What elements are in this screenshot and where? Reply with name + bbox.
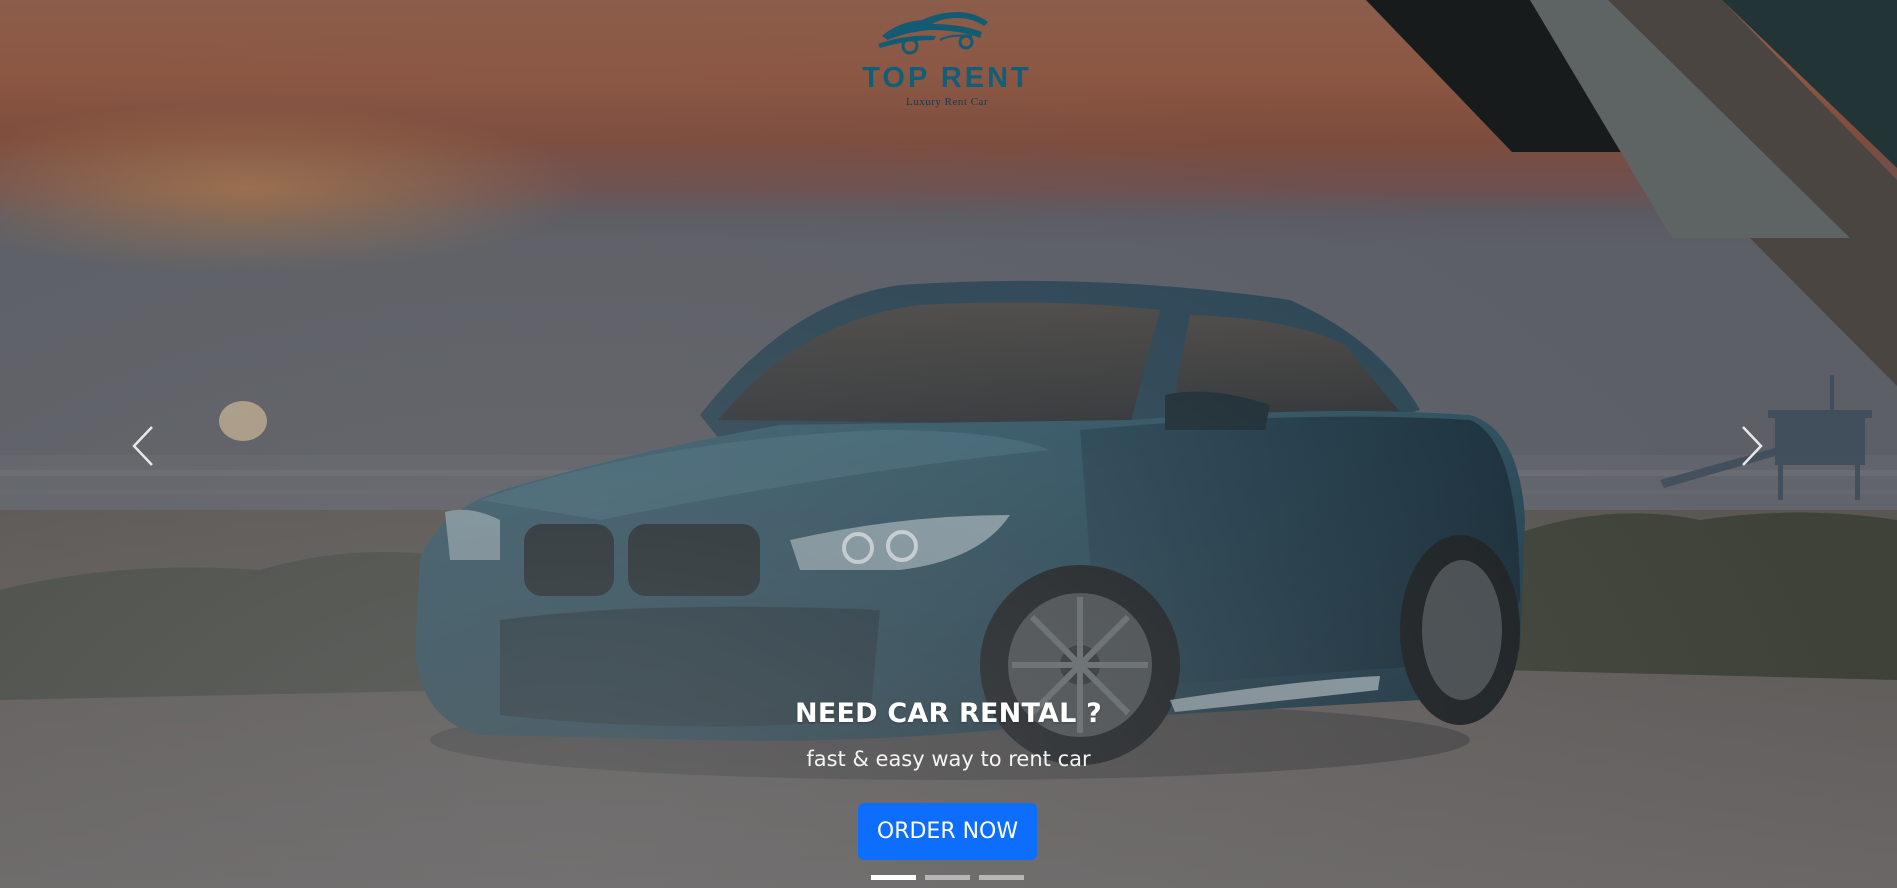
carousel-prev-button[interactable] [126, 421, 160, 471]
caption-title: NEED CAR RENTAL ? [795, 698, 1102, 729]
caption-subtitle: fast & easy way to rent car [806, 747, 1091, 771]
carousel-indicator-2[interactable] [925, 875, 970, 880]
chevron-left-icon [132, 426, 153, 466]
carousel-indicator-3[interactable] [979, 875, 1024, 880]
carousel-caption: NEED CAR RENTAL ? fast & easy way to ren… [0, 696, 1897, 774]
carousel-next-button[interactable] [1735, 421, 1769, 471]
hero-carousel: TOP RENT Luxury Rent Car NEED CAR RENTAL… [0, 0, 1897, 888]
brand-tagline: Luxury Rent Car [905, 96, 989, 108]
brand-logo[interactable]: TOP RENT Luxury Rent Car [856, 10, 1038, 108]
carousel-indicator-1[interactable] [871, 875, 916, 880]
order-now-button[interactable]: ORDER NOW [858, 803, 1037, 860]
chevron-right-icon [1742, 426, 1763, 466]
car-logo-icon [878, 12, 988, 55]
brand-name: TOP RENT [862, 62, 1032, 94]
